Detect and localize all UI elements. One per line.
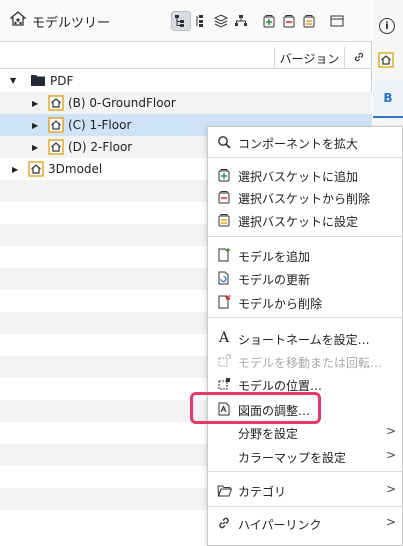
tree-row-pdf[interactable]: ▼ PDF (0, 70, 372, 92)
position-icon (216, 376, 232, 392)
set-basket-icon (216, 212, 232, 228)
properties-tab[interactable]: B (373, 80, 403, 118)
expand-right-icon[interactable]: ▶ (32, 143, 38, 152)
house-icon (48, 139, 64, 158)
search-icon (216, 134, 232, 150)
tree-row-label: (C) 1-Floor (68, 118, 132, 132)
context-menu: コンポーネントを拡大 選択バスケットに追加 選択バスケットから削除 選択バスケッ… (207, 126, 403, 546)
menu-item-remove-from-basket[interactable]: 選択バスケットから削除 (208, 186, 403, 208)
panel-toolbar (171, 11, 346, 31)
menu-item-delete-model[interactable]: モデルから削除 (208, 291, 403, 313)
menu-item-update-model[interactable]: モデルの更新 (208, 267, 403, 289)
panel-title: モデルツリー (9, 11, 111, 31)
menu-item-set-colormap[interactable]: カラーマップを設定 > (208, 445, 403, 467)
add-basket-icon (216, 167, 232, 183)
version-column-header[interactable]: バージョン (274, 47, 344, 69)
tree-row-label: (B) 0-GroundFloor (68, 96, 176, 110)
tree-row-label: PDF (50, 74, 74, 88)
layers-icon[interactable] (212, 12, 230, 30)
expand-right-icon[interactable]: ▶ (12, 165, 18, 174)
menu-item-set-basket[interactable]: 選択バスケットに設定 (208, 209, 403, 231)
menu-item-zoom-component[interactable]: コンポーネントを拡大 (208, 131, 403, 153)
tree-row-groundfloor[interactable]: ▶ (B) 0-GroundFloor (0, 92, 372, 114)
menu-item-set-short-name[interactable]: A ショートネームを設定… (208, 327, 403, 349)
model-tree-icon (9, 11, 27, 31)
chevron-right-icon: > (385, 424, 396, 438)
house-icon (48, 95, 64, 114)
tree-row-label: (D) 2-Floor (68, 140, 133, 154)
add-model-icon (216, 247, 232, 263)
menu-item-add-model[interactable]: モデルを追加 (208, 244, 403, 266)
expand-right-icon[interactable]: ▶ (32, 121, 38, 130)
expand-down-icon[interactable]: ▼ (10, 76, 16, 85)
text-icon: A (218, 330, 230, 346)
link-icon (353, 51, 365, 66)
menu-item-add-to-basket[interactable]: 選択バスケットに追加 (208, 164, 403, 186)
menu-item-hyperlink[interactable]: ハイパーリンク > (208, 512, 403, 534)
house-icon (378, 52, 394, 71)
expand-right-icon[interactable]: ▶ (32, 99, 38, 108)
annotation-highlight-box (190, 392, 321, 424)
house-icon (48, 117, 64, 136)
refresh-model-icon (216, 270, 232, 286)
column-header: バージョン (0, 47, 372, 69)
list-tree-icon[interactable] (192, 12, 210, 30)
menu-separator (208, 317, 403, 318)
folder-icon (30, 73, 46, 90)
tree-view-icon[interactable] (171, 11, 191, 31)
menu-item-move-rotate-model[interactable]: モデルを移動または回転… (208, 350, 403, 372)
remove-basket-icon[interactable] (280, 12, 298, 30)
menu-item-category[interactable]: カテゴリ > (208, 479, 403, 501)
panel-header: モデルツリー (0, 0, 372, 42)
menu-separator (208, 506, 403, 507)
link-column-header[interactable] (344, 47, 372, 69)
house-icon (28, 161, 44, 180)
info-icon[interactable]: i (379, 18, 395, 34)
hyperlink-icon (216, 515, 232, 531)
window-icon[interactable] (328, 12, 346, 30)
menu-separator (208, 471, 403, 472)
delete-model-icon (216, 294, 232, 310)
chevron-right-icon: > (385, 515, 396, 529)
move-icon (216, 353, 232, 369)
remove-basket-icon (216, 189, 232, 205)
chevron-right-icon: > (385, 448, 396, 462)
folder-open-icon (216, 482, 232, 498)
set-basket-icon[interactable] (300, 12, 318, 30)
chevron-right-icon: > (385, 482, 396, 496)
hierarchy-icon[interactable] (232, 12, 250, 30)
menu-item-set-discipline[interactable]: 分野を設定 > (208, 421, 403, 443)
panel-title-text: モデルツリー (32, 15, 111, 31)
add-basket-icon[interactable] (260, 12, 278, 30)
tree-row-label: 3Dmodel (48, 162, 103, 176)
menu-separator (208, 236, 403, 237)
menu-separator (208, 157, 403, 158)
